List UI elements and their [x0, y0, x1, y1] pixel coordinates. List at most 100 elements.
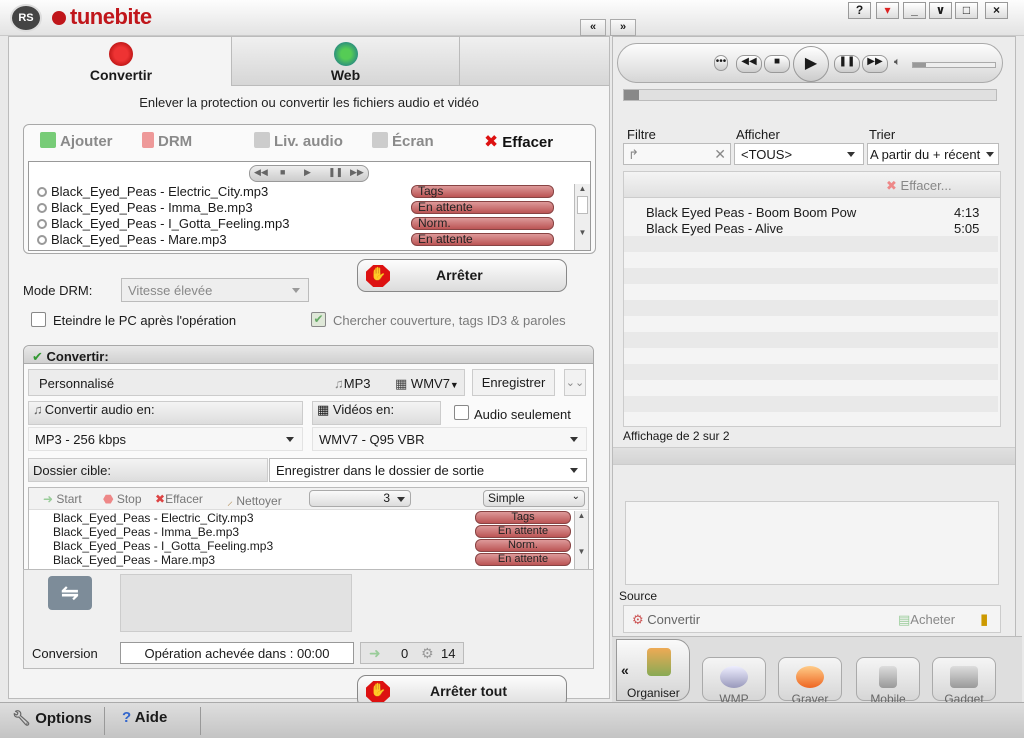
- burn-tab[interactable]: Graver: [778, 657, 842, 706]
- help-icon: ?: [122, 709, 132, 726]
- status-badge: En attente: [411, 233, 554, 246]
- skin-window-button[interactable]: ▾: [876, 2, 899, 19]
- minimize-button[interactable]: _: [903, 2, 926, 19]
- stop-button-label: Arrêter: [436, 267, 483, 283]
- file-name: Black_Eyed_Peas - I_Gotta_Feeling.mp3: [51, 216, 290, 231]
- red-x-icon: ✖: [484, 132, 499, 151]
- seek-bar[interactable]: [623, 89, 997, 101]
- expand-right-button[interactable]: »: [610, 19, 636, 36]
- show-label: Afficher: [736, 127, 780, 142]
- track-row[interactable]: Black Eyed Peas - Boom Boom Pow 4:13: [624, 205, 998, 221]
- collapse-icon[interactable]: «: [621, 662, 629, 678]
- scrollbar[interactable]: ▲ ▼: [574, 184, 590, 250]
- stop-icon[interactable]: ■: [280, 167, 285, 177]
- video-format[interactable]: ▦ WMV7▼: [395, 376, 459, 392]
- buy-button[interactable]: ▤Acheter: [898, 612, 955, 628]
- add-button[interactable]: Ajouter: [40, 132, 113, 150]
- list-item[interactable]: Black_Eyed_Peas - Imma_Be.mp3 En attente: [29, 525, 571, 539]
- video-quality-select[interactable]: WMV7 - Q95 VBR: [312, 427, 587, 451]
- source-convert-button[interactable]: ⚙ Convertir: [632, 612, 700, 628]
- tab-spacer: [460, 37, 609, 86]
- filter-input[interactable]: ↱ ✕: [623, 143, 731, 165]
- gadget-tab[interactable]: Gadget: [932, 657, 996, 706]
- pause-icon[interactable]: ❚❚: [328, 167, 343, 178]
- thread-count-select[interactable]: 3: [309, 490, 411, 507]
- wmp-tab[interactable]: WMP: [702, 657, 766, 706]
- pause-icon[interactable]: ❚❚: [834, 55, 860, 73]
- stop-sign-icon: [366, 265, 390, 287]
- list-item[interactable]: Black_Eyed_Peas - I_Gotta_Feeling.mp3 Nor…: [29, 216, 554, 232]
- audio-quality-select[interactable]: MP3 - 256 kbps: [28, 427, 303, 451]
- list-item[interactable]: Black_Eyed_Peas - Mare.mp3 En attente: [29, 553, 571, 567]
- video-convert-label: Vidéos en:: [332, 402, 395, 417]
- queue-scrollbar[interactable]: ▲ ▼: [574, 511, 588, 575]
- play-icon[interactable]: ▶: [793, 46, 829, 82]
- thread-count-value: 3: [383, 491, 390, 505]
- drm-mode-select[interactable]: Vitesse élevée: [121, 278, 309, 302]
- brand-text: tunebite: [70, 4, 152, 29]
- mode-select[interactable]: Simple ⌄: [483, 490, 585, 507]
- list-item[interactable]: Black_Eyed_Peas - I_Gotta_Feeling.mp3 Nor…: [29, 539, 571, 553]
- play-icon[interactable]: ▶: [304, 167, 311, 178]
- source-label: Source: [619, 589, 658, 603]
- footer-divider: [200, 707, 201, 735]
- list-item[interactable]: Black_Eyed_Peas - Imma_Be.mp3 En attente: [29, 200, 554, 216]
- track-duration: 4:13: [954, 205, 980, 220]
- help-button[interactable]: ? Aide: [122, 709, 167, 726]
- queue-stop-button[interactable]: ⬣ Stop: [103, 492, 142, 506]
- audio-only-label: Audio seulement: [474, 407, 571, 422]
- drm-button[interactable]: DRM: [142, 132, 192, 150]
- clear-tracks-button[interactable]: ✖ Effacer...: [886, 178, 952, 194]
- queue-clear-button[interactable]: ✖Effacer: [155, 492, 203, 506]
- clear-button[interactable]: ✖ Effacer: [484, 132, 553, 152]
- forward-icon[interactable]: ▶▶: [862, 55, 888, 73]
- clean-button[interactable]: ⸝ Nettoyer: [227, 492, 282, 509]
- stop-icon[interactable]: ■: [764, 55, 790, 73]
- audio-format[interactable]: ♫MP3: [334, 376, 370, 391]
- note-icon: ♫: [334, 376, 344, 391]
- close-button[interactable]: ×: [985, 2, 1008, 19]
- mobile-tab[interactable]: Mobile: [856, 657, 920, 706]
- expand-icon[interactable]: ⌄⌄: [564, 369, 586, 396]
- track-row[interactable]: Black Eyed Peas - Alive 5:05: [624, 221, 998, 237]
- cover-checkbox[interactable]: ✔: [311, 312, 326, 327]
- stop-button[interactable]: Arrêter: [357, 259, 567, 292]
- tab-web-label: Web: [330, 67, 361, 83]
- track-list: ✖ Effacer... Black Eyed Peas - Boom Boom…: [623, 171, 1001, 427]
- audiobook-label: Liv. audio: [274, 133, 343, 150]
- compact-button[interactable]: ∨: [929, 2, 952, 19]
- target-folder-select[interactable]: Enregistrer dans le dossier de sortie: [269, 458, 587, 482]
- start-button[interactable]: ➜ Start: [43, 492, 82, 506]
- save-profile-button[interactable]: Enregistrer: [472, 369, 555, 396]
- collapse-left-button[interactable]: «: [580, 19, 606, 36]
- audiobook-button[interactable]: Liv. audio: [254, 132, 343, 150]
- profile-bar[interactable]: Personnalisé ♫MP3 ▦ WMV7▼: [28, 369, 465, 396]
- tab-convert[interactable]: Convertir: [11, 37, 232, 86]
- forward-icon[interactable]: ▶▶: [350, 167, 364, 178]
- red-x-icon: ✖: [886, 178, 897, 193]
- rewind-icon[interactable]: ◀◀: [736, 55, 762, 73]
- source-actions: ⚙ Convertir ▤Acheter ▮: [623, 605, 1001, 633]
- maximize-button[interactable]: □: [955, 2, 978, 19]
- chevron-down-icon: [847, 152, 855, 157]
- organize-tab[interactable]: « Organiser: [616, 639, 690, 701]
- clear-filter-icon[interactable]: ✕: [714, 146, 726, 163]
- folder-icon[interactable]: ▮: [980, 610, 988, 628]
- tab-web[interactable]: Web: [232, 37, 460, 86]
- volume-slider[interactable]: [912, 62, 996, 68]
- options-button[interactable]: 🔧︎ Options: [12, 709, 92, 727]
- show-select[interactable]: <TOUS>: [734, 143, 864, 165]
- menu-icon[interactable]: •••: [714, 55, 728, 71]
- shutdown-checkbox[interactable]: [31, 312, 46, 327]
- help-window-button[interactable]: ?: [848, 2, 871, 19]
- row-stripe: [624, 332, 998, 348]
- list-item[interactable]: Black_Eyed_Peas - Electric_City.mp3 Tags: [29, 184, 554, 200]
- screen-button[interactable]: Écran: [372, 132, 434, 150]
- buy-label: Acheter: [910, 612, 956, 627]
- list-item[interactable]: Black_Eyed_Peas - Electric_City.mp3 Tags: [29, 511, 571, 525]
- sort-label: Trier: [869, 127, 896, 142]
- list-item[interactable]: Black_Eyed_Peas - Mare.mp3 En attente: [29, 232, 554, 248]
- rewind-icon[interactable]: ◀◀: [254, 167, 268, 178]
- sort-select[interactable]: A partir du + récent: [867, 143, 999, 165]
- audio-only-checkbox[interactable]: [454, 405, 469, 420]
